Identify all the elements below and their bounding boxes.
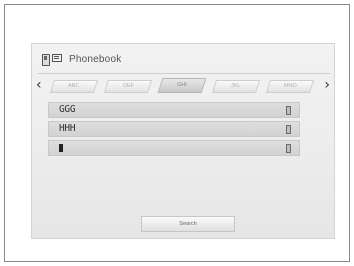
chevron-right-icon[interactable]: › bbox=[324, 77, 330, 93]
contact-name: GGG bbox=[59, 104, 76, 115]
phone-icon bbox=[286, 144, 291, 153]
phone-icon bbox=[286, 106, 291, 115]
list-item[interactable] bbox=[48, 140, 300, 156]
phone-icon bbox=[286, 125, 291, 134]
contact-list: GGG HHH bbox=[48, 102, 300, 159]
page-title: Phonebook bbox=[69, 54, 122, 65]
tab-def[interactable]: DEF bbox=[103, 80, 153, 93]
tab-ghi[interactable]: GHI bbox=[157, 78, 207, 93]
contact-name: HHH bbox=[59, 123, 76, 134]
tab-mno[interactable]: MNO bbox=[265, 80, 315, 93]
title-bar: Phonebook bbox=[32, 44, 334, 76]
tab-abc[interactable]: ABC bbox=[49, 80, 99, 93]
phonebook-screen: Phonebook ‹ ABC DEF GHI JKL MNO › GGG HH… bbox=[31, 43, 335, 239]
phonebook-icon bbox=[52, 54, 62, 62]
outer-frame: Phonebook ‹ ABC DEF GHI JKL MNO › GGG HH… bbox=[4, 4, 350, 262]
search-button[interactable]: Search bbox=[141, 216, 235, 232]
chevron-left-icon[interactable]: ‹ bbox=[36, 77, 42, 93]
list-item[interactable]: GGG bbox=[48, 102, 300, 118]
list-item[interactable]: HHH bbox=[48, 121, 300, 137]
tab-jkl[interactable]: JKL bbox=[211, 80, 261, 93]
title-divider bbox=[38, 73, 330, 74]
alphabet-tabs: ‹ ABC DEF GHI JKL MNO › bbox=[32, 77, 334, 94]
phone-icon bbox=[42, 54, 50, 66]
text-cursor bbox=[59, 144, 63, 152]
